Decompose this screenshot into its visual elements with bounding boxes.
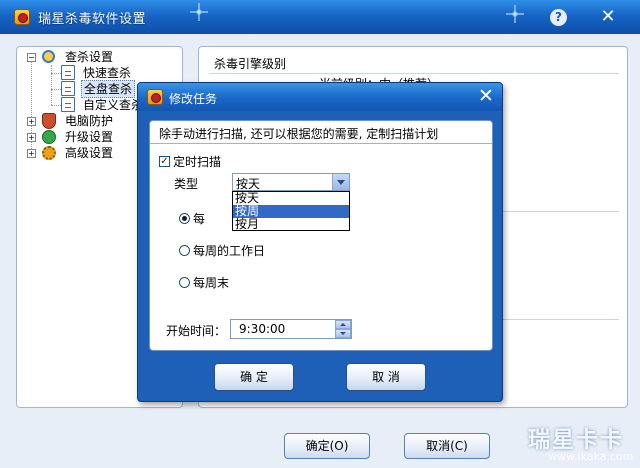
dialog-description: 除手动进行扫描, 还可以根据您的需要, 定制扫描计划: [159, 127, 439, 141]
radio-every[interactable]: [179, 213, 190, 224]
rising-logo-icon: [14, 9, 30, 25]
expand-icon[interactable]: +: [27, 133, 36, 142]
type-dropdown-list: 按天 按周 按月: [232, 191, 350, 231]
time-spinner: [335, 320, 351, 338]
watermark-url: www.ikaka.com: [548, 450, 634, 463]
update-icon: [42, 130, 56, 144]
sparkle-decoration: [506, 5, 524, 23]
tree-item-label: 快速查杀: [83, 66, 132, 80]
shield-icon: [42, 113, 56, 129]
tree-item-label: 高级设置: [65, 146, 114, 160]
page-icon: [61, 97, 75, 112]
window-title: 瑞星杀毒软件设置: [38, 12, 147, 27]
expand-icon[interactable]: +: [27, 117, 36, 126]
dialog-ok-button[interactable]: 确 定: [214, 363, 294, 391]
spin-up-icon[interactable]: [335, 320, 351, 329]
sparkle-decoration: [190, 3, 208, 21]
dialog-close-button[interactable]: ✕: [476, 86, 496, 106]
scheduled-scan-checkbox[interactable]: ✓: [159, 156, 170, 167]
cancel-button[interactable]: 取消(C): [404, 433, 490, 459]
type-select[interactable]: 按天: [232, 173, 350, 191]
chevron-down-icon[interactable]: [332, 174, 349, 190]
gear-icon: [42, 146, 56, 160]
tree-item-quick-scan[interactable]: 快速查杀: [61, 65, 181, 81]
start-time-value: 9:30:00: [239, 322, 286, 336]
tree-connector: [51, 65, 52, 105]
radio-weekdays-label: 每周的工作日: [193, 244, 266, 258]
tree-item-scan-settings[interactable]: − 查杀设置: [27, 49, 177, 65]
search-icon: [42, 50, 55, 63]
tree-connector: [51, 105, 61, 106]
divider: [209, 73, 619, 74]
radio-weekends[interactable]: [179, 277, 190, 288]
ok-button[interactable]: 确定(O): [284, 433, 370, 459]
collapse-icon[interactable]: −: [27, 53, 36, 62]
start-time-label: 开始时间：: [166, 324, 227, 338]
dialog-title-bar[interactable]: 修改任务 ✕: [138, 83, 502, 111]
radio-weekends-label: 每周末: [193, 276, 230, 290]
close-button[interactable]: ✕: [597, 7, 619, 27]
scheduled-scan-label: 定时扫描: [173, 155, 222, 169]
radio-every-label: 每: [193, 212, 206, 226]
dialog-title: 修改任务: [169, 92, 218, 106]
page-icon: [61, 81, 75, 96]
watermark: 瑞星卡卡 www.ikaka.com: [512, 420, 640, 468]
tree-connector: [51, 73, 61, 74]
modify-task-dialog: 修改任务 ✕ 除手动进行扫描, 还可以根据您的需要, 定制扫描计划 ✓ 定时扫描…: [137, 82, 503, 402]
type-select-value: 按天: [236, 177, 261, 191]
rising-logo-icon: [147, 89, 163, 105]
type-label: 类型: [174, 177, 199, 191]
divider: [150, 143, 492, 144]
tree-item-label: 升级设置: [65, 130, 114, 144]
help-button[interactable]: ?: [550, 9, 567, 26]
radio-weekdays[interactable]: [179, 245, 190, 256]
title-bar[interactable]: 瑞星杀毒软件设置 ? ✕: [0, 0, 640, 34]
tree-item-label: 查杀设置: [65, 50, 114, 64]
spin-down-icon[interactable]: [335, 329, 351, 338]
dialog-body: 除手动进行扫描, 还可以根据您的需要, 定制扫描计划 ✓ 定时扫描 类型 按天 …: [149, 120, 493, 351]
dialog-cancel-button[interactable]: 取 消: [346, 363, 426, 391]
page-icon: [61, 65, 75, 80]
expand-icon[interactable]: +: [27, 149, 36, 158]
tree-item-label: 全盘查杀: [81, 80, 136, 98]
engine-level-header: 杀毒引擎级别: [214, 57, 287, 71]
dropdown-option-monthly[interactable]: 按月: [233, 218, 349, 231]
tree-item-label: 电脑防护: [65, 114, 114, 128]
tree-item-label: 自定义查杀: [83, 98, 144, 112]
tree-connector: [51, 89, 61, 90]
start-time-input[interactable]: 9:30:00: [230, 319, 352, 339]
